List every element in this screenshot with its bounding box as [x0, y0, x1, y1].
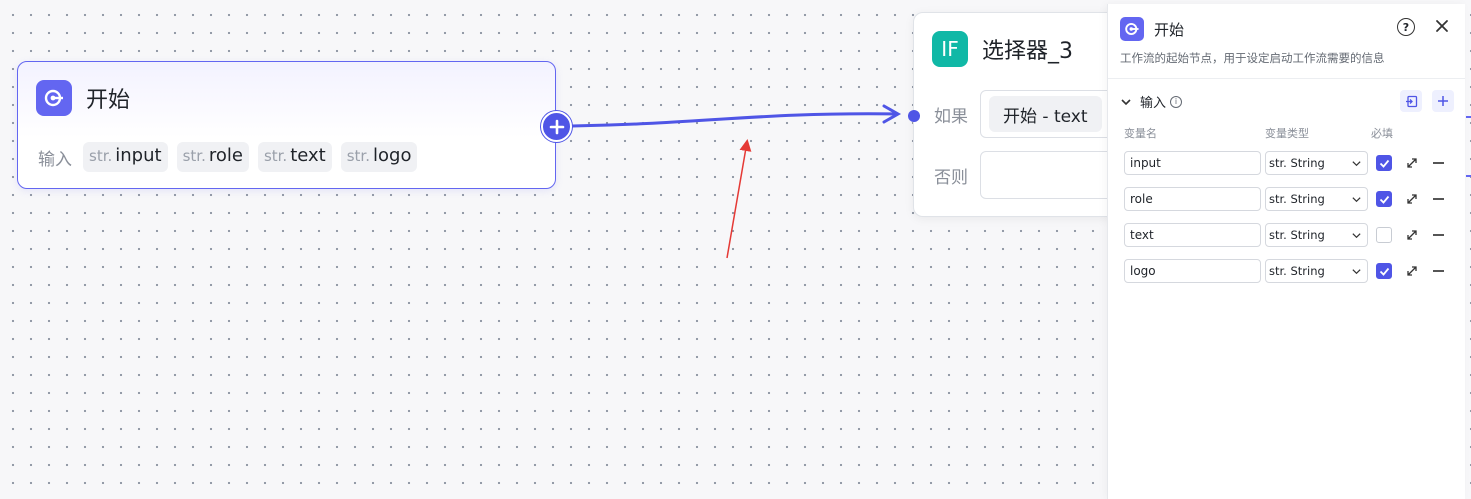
check-icon: [1379, 159, 1389, 168]
variable-name-field[interactable]: role: [1124, 187, 1261, 211]
tag-name: text: [290, 145, 326, 166]
if-label: 如果: [934, 106, 968, 127]
variable-name-field[interactable]: text: [1124, 223, 1261, 247]
start-node-title: 开始: [86, 88, 131, 113]
variable-type-value: str. String: [1269, 192, 1325, 206]
selector-input-handle[interactable]: [908, 110, 920, 122]
variable-name-field[interactable]: logo: [1124, 259, 1261, 283]
help-icon[interactable]: ?: [1397, 18, 1415, 36]
selector-node-header: IF 选择器_3: [932, 31, 1073, 67]
variable-type-select[interactable]: str. String: [1265, 259, 1368, 283]
start-node[interactable]: 开始 输入 str. input str. role str. text str…: [17, 61, 556, 189]
start-node-icon: [1120, 17, 1144, 41]
import-icon: [1405, 95, 1417, 107]
remove-icon[interactable]: [1433, 234, 1444, 236]
variable-type-value: str. String: [1269, 228, 1325, 242]
section-title: 输入: [1140, 96, 1167, 111]
node-config-panel: 开始 ? 工作流的起始节点，用于设定启动工作流需要的信息 输入 i 变量名 变量…: [1107, 4, 1465, 499]
close-icon[interactable]: [1434, 18, 1450, 34]
variable-type-value: str. String: [1269, 156, 1325, 170]
else-label: 否则: [934, 167, 968, 188]
panel-header: 开始: [1120, 17, 1184, 41]
remove-icon[interactable]: [1433, 162, 1444, 164]
required-checkbox[interactable]: [1376, 227, 1392, 243]
caret-down-icon: [1352, 233, 1361, 239]
tag-type: str.: [182, 147, 206, 165]
column-header-required: 必填: [1371, 127, 1393, 140]
tag-name: logo: [373, 145, 412, 166]
panel-description: 工作流的起始节点，用于设定启动工作流需要的信息: [1120, 51, 1385, 65]
selector-node-title: 选择器_3: [982, 39, 1073, 64]
required-checkbox[interactable]: [1376, 263, 1392, 279]
expand-icon[interactable]: [1405, 192, 1419, 206]
column-header-name: 变量名: [1124, 127, 1157, 140]
if-condition-value: 开始 - text: [989, 96, 1102, 132]
column-header-type: 变量类型: [1265, 127, 1309, 140]
panel-title: 开始: [1154, 20, 1185, 39]
connection-arrowhead: [882, 104, 902, 124]
tag-type: str.: [89, 147, 113, 165]
input-tag-input: str. input: [83, 142, 168, 172]
start-node-icon: [36, 80, 72, 116]
check-icon: [1379, 267, 1389, 276]
variable-type-select[interactable]: str. String: [1265, 151, 1368, 175]
connection-edge[interactable]: [571, 112, 899, 128]
required-checkbox[interactable]: [1376, 155, 1392, 171]
variable-type-value: str. String: [1269, 264, 1325, 278]
edge-mark: [1466, 116, 1471, 118]
input-tag-role: str. role: [176, 142, 249, 172]
tag-type: str.: [263, 147, 288, 165]
add-variable-button[interactable]: [1432, 90, 1454, 112]
caret-down-icon: [1352, 269, 1361, 275]
inputs-section-header[interactable]: 输入 i: [1120, 92, 1183, 111]
caret-down-icon: [1352, 161, 1361, 167]
input-tag-logo: str. logo: [340, 142, 418, 172]
expand-icon[interactable]: [1405, 228, 1419, 242]
info-icon: i: [1170, 95, 1183, 108]
remove-icon[interactable]: [1433, 198, 1444, 200]
remove-icon[interactable]: [1433, 270, 1444, 272]
check-icon: [1379, 195, 1389, 204]
expand-icon[interactable]: [1405, 264, 1419, 278]
input-tag-text: str. text: [257, 142, 332, 172]
add-icon: [1438, 96, 1448, 106]
divider: [1108, 78, 1465, 79]
caret-down-icon: [1352, 197, 1361, 203]
variable-type-select[interactable]: str. String: [1265, 223, 1368, 247]
annotation-arrow-edge: [726, 139, 752, 259]
add-node-button[interactable]: [541, 111, 572, 142]
required-checkbox[interactable]: [1376, 191, 1392, 207]
selector-node[interactable]: IF 选择器_3 如果 开始 - text 否则: [913, 12, 1140, 217]
start-node-inputs: 输入 str. input str. role str. text str. l…: [38, 142, 418, 172]
tag-name: input: [115, 145, 162, 166]
variable-name-field[interactable]: input: [1124, 151, 1261, 175]
tag-type: str.: [346, 147, 370, 165]
if-icon: IF: [932, 31, 968, 67]
input-label: 输入: [38, 149, 72, 170]
plus-icon: [549, 119, 564, 134]
chevron-down-icon: [1121, 98, 1131, 105]
start-node-header: 开始: [36, 80, 130, 116]
import-button[interactable]: [1400, 90, 1422, 112]
expand-icon[interactable]: [1405, 156, 1419, 170]
tag-name: role: [208, 145, 243, 166]
variable-type-select[interactable]: str. String: [1265, 187, 1368, 211]
edge-mark: [1466, 175, 1471, 177]
